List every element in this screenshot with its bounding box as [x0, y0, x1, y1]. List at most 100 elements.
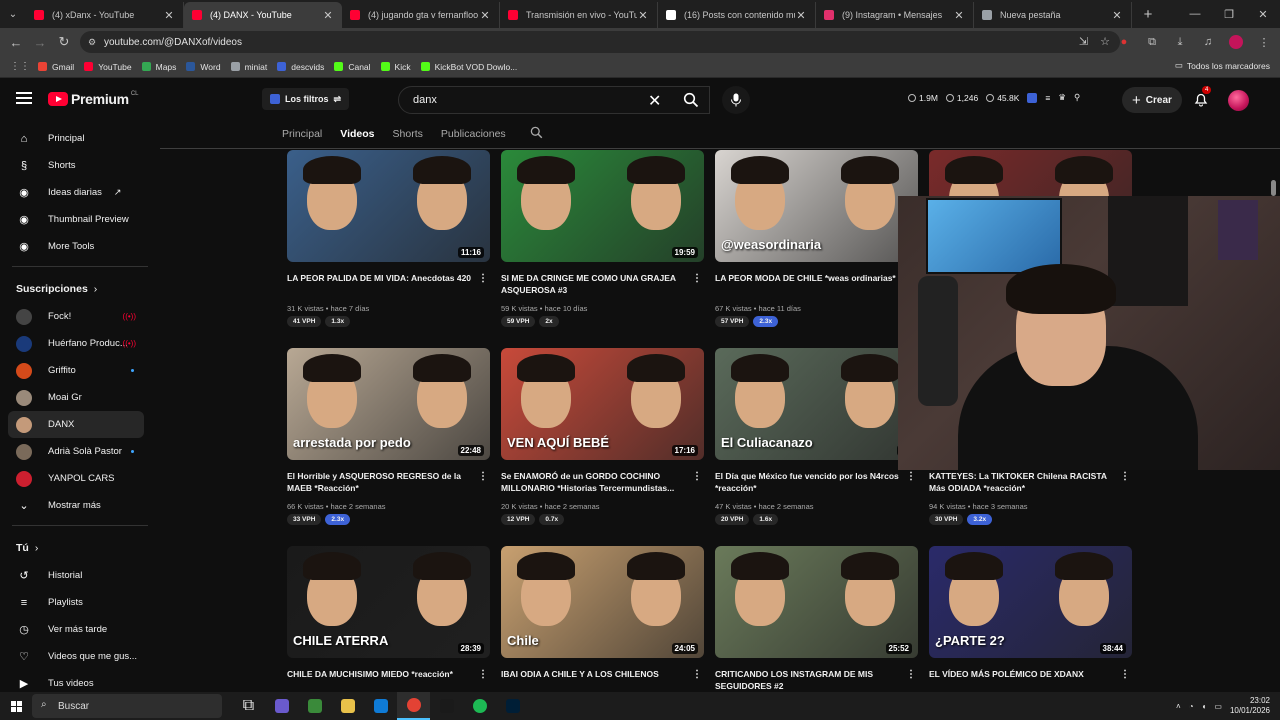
- list-icon[interactable]: ≡: [1045, 93, 1050, 103]
- copilot-icon[interactable]: [265, 692, 298, 720]
- account-avatar[interactable]: [1228, 90, 1249, 111]
- video-card[interactable]: @weasordinaria LA PEOR MODA DE CHILE *wea…: [715, 150, 918, 327]
- bookmark-item[interactable]: Kick: [380, 62, 411, 72]
- trophy-icon[interactable]: ♛: [1058, 92, 1066, 103]
- network-icon[interactable]: ◔: [1189, 702, 1194, 711]
- video-menu-icon[interactable]: ⋮: [692, 273, 702, 284]
- download-icon[interactable]: ⤓: [1168, 30, 1192, 54]
- video-card[interactable]: El Culiacanazo24 El Día que México fue ve…: [715, 348, 918, 525]
- explorer-icon[interactable]: [331, 692, 364, 720]
- subscription-item[interactable]: Moai Gr: [0, 384, 160, 411]
- video-thumbnail[interactable]: CHILE ATERRA 28:39: [287, 546, 490, 658]
- subscription-item[interactable]: DANX: [8, 411, 144, 438]
- browser-tab[interactable]: (9) Instagram • Mensajes ✕: [816, 2, 974, 28]
- video-card[interactable]: ¿PARTE 2? 38:44 EL VÍDEO MÁS POLÉMICO DE X…: [929, 546, 1132, 709]
- minimize-icon[interactable]: —: [1178, 0, 1212, 28]
- all-bookmarks[interactable]: ▭ Todos los marcadores: [1175, 60, 1270, 71]
- subscription-item[interactable]: YANPOL CARS: [0, 465, 160, 492]
- bookmark-item[interactable]: Maps: [141, 62, 176, 72]
- video-card[interactable]: 11:16 LA PEOR PALIDA DE MI VIDA: Anecdota…: [287, 150, 490, 327]
- tab-search-icon[interactable]: ⌄: [0, 0, 26, 28]
- video-title[interactable]: Se ENAMORÓ de un GORDO COCHINO MILLONARI…: [501, 470, 686, 494]
- sidebar-item-more-tools[interactable]: ◉ More Tools: [0, 233, 160, 260]
- edge-icon[interactable]: [364, 692, 397, 720]
- extensions-icon[interactable]: ⧉: [1140, 30, 1164, 54]
- profile-icon[interactable]: [1224, 30, 1248, 54]
- sidebar-item-ideas-diarias[interactable]: ◉ Ideas diarias ↗: [0, 179, 160, 206]
- video-title[interactable]: EL VÍDEO MÁS POLÉMICO DE XDANX: [929, 668, 1114, 680]
- media-control-icon[interactable]: ♫: [1196, 30, 1220, 54]
- obs-icon[interactable]: [430, 692, 463, 720]
- tab-publicaciones[interactable]: Publicaciones: [439, 128, 508, 140]
- video-title[interactable]: KATTEYES: La TIKTOKER Chilena RACISTA Má…: [929, 470, 1114, 494]
- video-card[interactable]: arrestada por pedo 22:48 El Horrible y ASQ…: [287, 348, 490, 525]
- browser-tab[interactable]: (4) DANX - YouTube ✕: [184, 2, 342, 28]
- new-tab-button[interactable]: +: [1136, 6, 1160, 23]
- video-thumbnail[interactable]: @weasordinaria: [715, 150, 918, 262]
- subscription-item[interactable]: Griffito: [0, 357, 160, 384]
- tab-principal[interactable]: Principal: [280, 128, 324, 140]
- sidebar-item-principal[interactable]: ⌂ Principal: [0, 125, 160, 152]
- browser-tab[interactable]: Nueva pestaña ✕: [974, 2, 1132, 28]
- video-title[interactable]: LA PEOR MODA DE CHILE *weas ordinarias*: [715, 272, 900, 284]
- browser-menu-icon[interactable]: ⋮: [1252, 30, 1276, 54]
- bookmark-item[interactable]: Gmail: [38, 62, 74, 72]
- clock[interactable]: 23:02 10/01/2026: [1230, 696, 1270, 716]
- video-thumbnail[interactable]: Chile 24:05: [501, 546, 704, 658]
- page-scrollbar[interactable]: [1271, 180, 1276, 196]
- bookmark-star-icon[interactable]: ☆: [1100, 35, 1110, 48]
- bookmark-item[interactable]: Word: [186, 62, 221, 72]
- tab-close-icon[interactable]: ✕: [953, 9, 965, 22]
- chart-icon[interactable]: ⚲: [1074, 92, 1080, 103]
- tab-close-icon[interactable]: ✕: [795, 9, 807, 22]
- video-menu-icon[interactable]: ⋮: [1120, 669, 1130, 680]
- video-card[interactable]: 19:59 SI ME DA CRINGE ME COMO UNA GRAJEA …: [501, 150, 704, 327]
- video-card[interactable]: Chile 24:05 IBAI ODIA A CHILE Y A LOS CHIL…: [501, 546, 704, 709]
- youtube-logo[interactable]: Premium CL: [48, 91, 138, 107]
- video-menu-icon[interactable]: ⋮: [1120, 471, 1130, 482]
- reload-icon[interactable]: ↻: [52, 30, 76, 54]
- chrome-icon[interactable]: [397, 692, 430, 720]
- url-input[interactable]: ⚙ youtube.com/@DANXof/videos ⇲ ☆: [80, 31, 1120, 53]
- install-app-icon[interactable]: ⇲: [1079, 35, 1088, 48]
- video-title[interactable]: CHILE DA MUCHISIMO MIEDO *reacción*: [287, 668, 472, 680]
- create-button[interactable]: + Crear: [1122, 87, 1182, 113]
- subscription-item[interactable]: Adrià Solà Pastor: [0, 438, 160, 465]
- browser-tab[interactable]: Transmisión en vivo - YouTube ✕: [500, 2, 658, 28]
- close-window-icon[interactable]: ✕: [1246, 0, 1280, 28]
- tab-close-icon[interactable]: ✕: [322, 9, 334, 22]
- video-card[interactable]: 25:52 CRITICANDO LOS INSTAGRAM DE MIS SEG…: [715, 546, 918, 691]
- video-card[interactable]: VEN AQUÍ BEBÉ 17:16 Se ENAMORÓ de un GORDO…: [501, 348, 704, 525]
- subscription-item[interactable]: Fock! ((•)): [0, 303, 160, 330]
- sidebar-item-ver-m-s-tarde[interactable]: ◷ Ver más tarde: [0, 616, 160, 643]
- bookmark-item[interactable]: KickBot VOD Dowlo...: [420, 62, 517, 72]
- apps-grid-icon[interactable]: ⋮⋮: [10, 61, 30, 72]
- start-button[interactable]: [0, 692, 32, 720]
- back-icon[interactable]: ←: [4, 30, 28, 54]
- sidebar-item-playlists[interactable]: ≡ Playlists: [0, 589, 160, 616]
- video-title[interactable]: SI ME DA CRINGE ME COMO UNA GRAJEA ASQUE…: [501, 272, 686, 296]
- bookmark-item[interactable]: descvids: [277, 62, 324, 72]
- vidiq-icon[interactable]: [1027, 92, 1038, 103]
- sidebar-item-historial[interactable]: ↺ Historial: [0, 562, 160, 589]
- record-icon[interactable]: ●: [1112, 30, 1136, 54]
- browser-tab[interactable]: (16) Posts con contenido multin✕: [658, 2, 816, 28]
- forward-icon[interactable]: →: [28, 30, 52, 54]
- browser-tab[interactable]: (4) xDanx - YouTube ✕: [26, 2, 184, 28]
- site-info-icon[interactable]: ⚙: [88, 37, 98, 47]
- video-card[interactable]: CHILE ATERRA 28:39 CHILE DA MUCHISIMO MIED…: [287, 546, 490, 709]
- sidebar-item-thumbnail-preview[interactable]: ◉ Thumbnail Preview: [0, 206, 160, 233]
- tab-close-icon[interactable]: ✕: [1111, 9, 1123, 22]
- channel-search-icon[interactable]: [528, 126, 545, 142]
- tab-close-icon[interactable]: ✕: [479, 9, 491, 22]
- voice-search-icon[interactable]: [722, 86, 750, 114]
- tray-chevron-icon[interactable]: ˄: [1176, 702, 1181, 711]
- clear-search-icon[interactable]: ✕: [648, 91, 661, 111]
- taskbar-search[interactable]: ⌕ Buscar: [32, 694, 222, 718]
- video-title[interactable]: El Día que México fue vencido por los N4…: [715, 470, 900, 494]
- spotify-icon[interactable]: [463, 692, 496, 720]
- video-menu-icon[interactable]: ⋮: [478, 471, 488, 482]
- tab-shorts[interactable]: Shorts: [391, 128, 425, 140]
- tab-close-icon[interactable]: ✕: [163, 9, 175, 22]
- sidebar-item-videos-que-me-gus-[interactable]: ♡ Videos que me gus...: [0, 643, 160, 670]
